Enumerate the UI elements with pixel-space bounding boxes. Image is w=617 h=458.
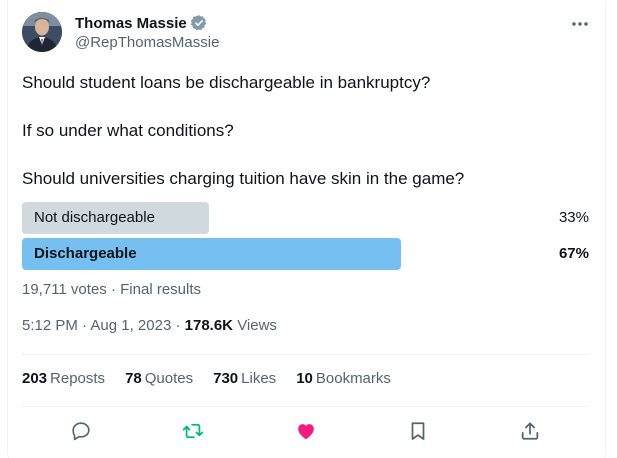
user-handle[interactable]: @RepThomasMassie: [75, 34, 219, 51]
tweet-paragraph: Should student loans be dischargeable in…: [22, 73, 431, 92]
more-icon[interactable]: [570, 14, 590, 34]
poll-option: Dischargeable 67%: [22, 238, 589, 270]
tweet-date[interactable]: Aug 1, 2023: [90, 317, 171, 334]
poll-status: Final results: [120, 281, 201, 298]
views-count: 178.6K: [184, 317, 234, 334]
quotes-count: 78: [125, 370, 142, 387]
reposts-stat[interactable]: 203 Reposts: [22, 370, 105, 387]
likes-stat[interactable]: 730 Likes: [213, 370, 276, 387]
tweet-paragraph: If so under what conditions?: [22, 121, 234, 140]
like-icon[interactable]: [294, 418, 318, 444]
bookmarks-count: 10: [296, 370, 313, 387]
share-icon[interactable]: [518, 418, 542, 444]
reposts-label: Reposts: [50, 370, 106, 387]
reposts-count: 203: [22, 370, 48, 387]
tweet-paragraph: Should universities charging tuition hav…: [22, 169, 465, 188]
display-name[interactable]: Thomas Massie: [75, 15, 187, 32]
poll-meta: 19,711 votes · Final results: [22, 281, 201, 298]
quotes-stat[interactable]: 78 Quotes: [125, 370, 193, 387]
tweet-header: Thomas Massie @RepThomasMassie: [22, 12, 592, 54]
likes-count: 730: [213, 370, 239, 387]
poll-option-percent: 33%: [558, 209, 589, 226]
tweet-timestamp: 5:12 PM · Aug 1, 2023 · 178.6K Views: [22, 317, 277, 334]
divider: [22, 406, 589, 407]
poll: Not dischargeable 33% Dischargeable 67%: [22, 202, 589, 274]
likes-label: Likes: [241, 370, 277, 387]
quotes-label: Quotes: [144, 370, 194, 387]
views-label: Views: [237, 317, 277, 334]
poll-option-label: Dischargeable: [34, 245, 137, 262]
repost-icon[interactable]: [181, 418, 205, 444]
poll-option-percent: 67%: [558, 245, 589, 262]
bookmarks-stat[interactable]: 10 Bookmarks: [296, 370, 391, 387]
tweet-text: Should student loans be dischargeable in…: [22, 71, 582, 191]
poll-option: Not dischargeable 33%: [22, 202, 589, 234]
poll-option-label: Not dischargeable: [34, 209, 155, 226]
tweet-time[interactable]: 5:12 PM: [22, 317, 78, 334]
engagement-stats: 203 Reposts 78 Quotes 730 Likes 10 Bookmarks: [22, 370, 391, 387]
avatar[interactable]: [22, 12, 62, 52]
bookmarks-label: Bookmarks: [315, 370, 391, 387]
reply-icon[interactable]: [69, 418, 93, 444]
bookmark-icon[interactable]: [406, 418, 430, 444]
action-bar: [22, 418, 589, 444]
poll-votes: 19,711 votes: [22, 281, 107, 298]
divider: [22, 354, 589, 355]
verified-badge-icon[interactable]: [190, 14, 208, 32]
